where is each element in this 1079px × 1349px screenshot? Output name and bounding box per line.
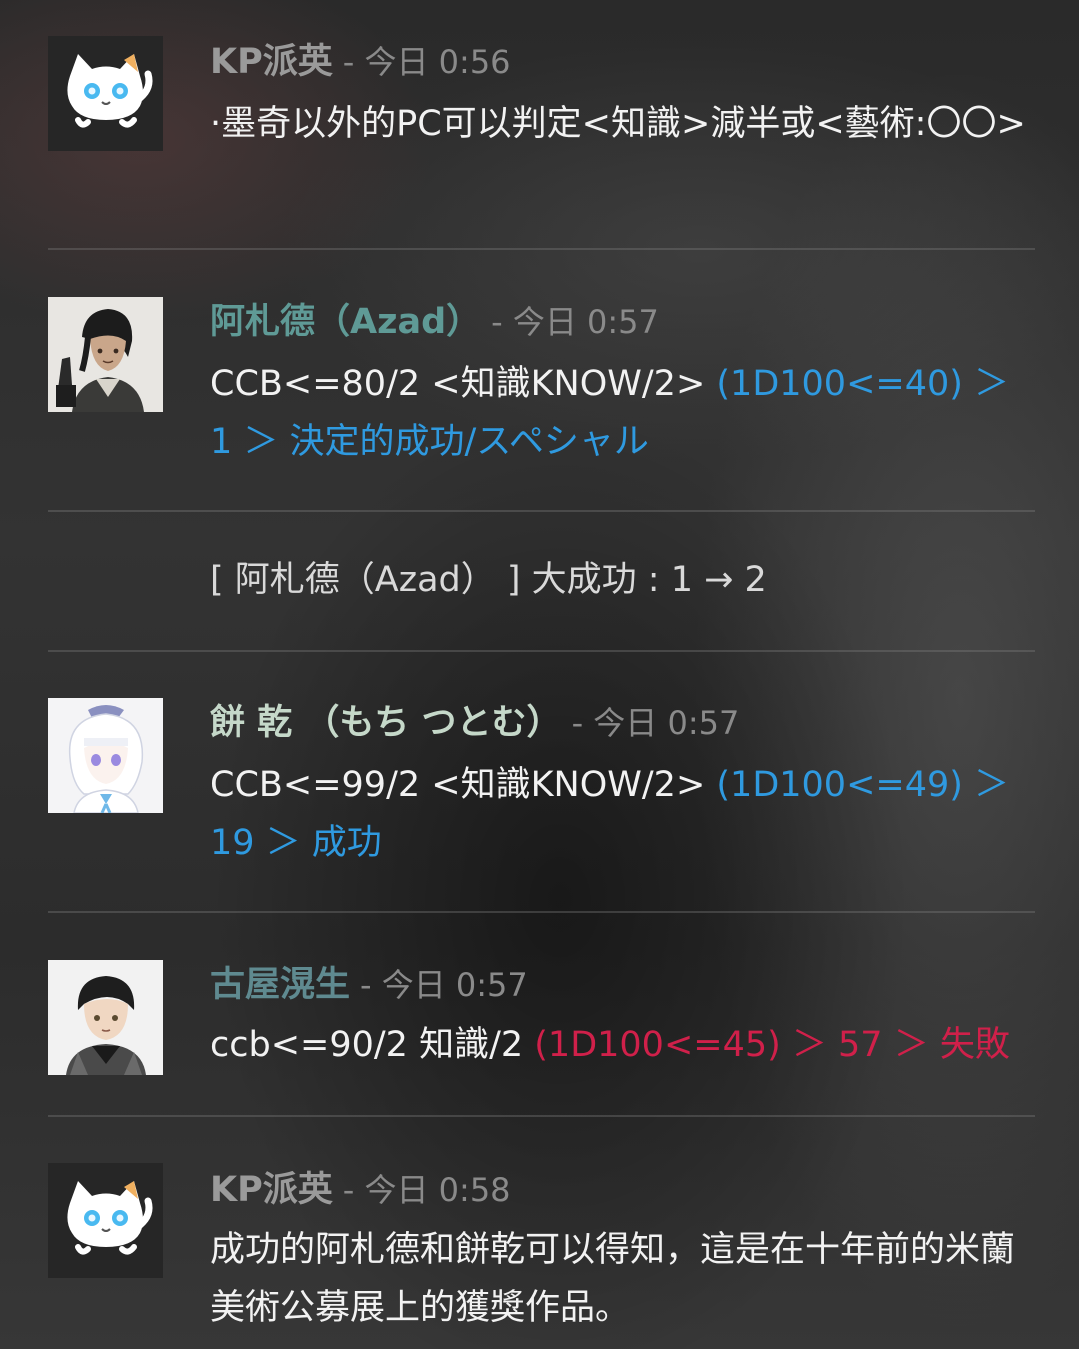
message-header: KP派英 - 今日 0:56 [210,40,511,84]
timestamp: - 今日 0:57 [491,303,659,341]
sender-name[interactable]: 阿札德（Azad） [210,302,481,342]
message-divider [48,650,1035,652]
timestamp: - 今日 0:58 [342,1171,511,1209]
message-divider [48,911,1035,913]
message-header: 古屋滉生 - 今日 0:57 [210,963,528,1007]
message-text: 成功的阿札德和餅乾可以得知，這是在十年前的米蘭美術公募展上的獲獎作品。 [210,1230,1016,1328]
dice-roll-text: CCB<=99/2 <知識KNOW/2> (1D100<=49) ＞ 19 ＞ … [210,756,1040,872]
white-cat-avatar-icon[interactable] [48,36,163,151]
dark-haired-character-avatar-icon[interactable] [48,297,163,412]
roll-command: CCB<=80/2 <知識KNOW/2> [210,364,717,404]
dice-roll-text: CCB<=80/2 <知識KNOW/2> (1D100<=40) ＞ 1 ＞ 決… [210,355,1040,471]
message-header: KP派英 - 今日 0:58 [210,1168,511,1212]
chat-log[interactable]: KP派英 - 今日 0:56 ·墨奇以外的PC可以判定<知識>減半或<藝術:〇〇>… [0,0,1079,1349]
timestamp: - 今日 0:57 [571,704,740,742]
message-divider [48,248,1035,250]
white-haired-character-avatar-icon[interactable] [48,698,163,813]
message-divider [48,1115,1035,1117]
sender-name[interactable]: KP派英 [210,42,333,82]
message-divider [48,510,1035,512]
roll-command: ccb<=90/2 知識/2 [210,1025,535,1065]
sender-name[interactable]: 古屋滉生 [210,965,350,1005]
message-header: 阿札德（Azad） - 今日 0:57 [210,300,659,344]
sender-name[interactable]: KP派英 [210,1170,333,1210]
roll-command: CCB<=99/2 <知識KNOW/2> [210,765,717,805]
system-message: [ 阿札德（Azad） ] 大成功 : 1 → 2 [210,560,767,600]
sender-name[interactable]: 餅 乾 （もち つとむ） [210,703,562,743]
message-header: 餅 乾 （もち つとむ） - 今日 0:57 [210,701,739,745]
white-cat-avatar-icon[interactable] [48,1163,163,1278]
black-haired-character-avatar-icon[interactable] [48,960,163,1075]
timestamp: - 今日 0:57 [360,966,528,1004]
timestamp: - 今日 0:56 [342,43,511,81]
message-text: ·墨奇以外的PC可以判定<知識>減半或<藝術:〇〇> [210,104,1026,144]
roll-result-failure: (1D100<=45) ＞ 57 ＞ 失敗 [534,1025,1010,1065]
dice-roll-text: ccb<=90/2 知識/2 (1D100<=45) ＞ 57 ＞ 失敗 [210,1016,1040,1074]
